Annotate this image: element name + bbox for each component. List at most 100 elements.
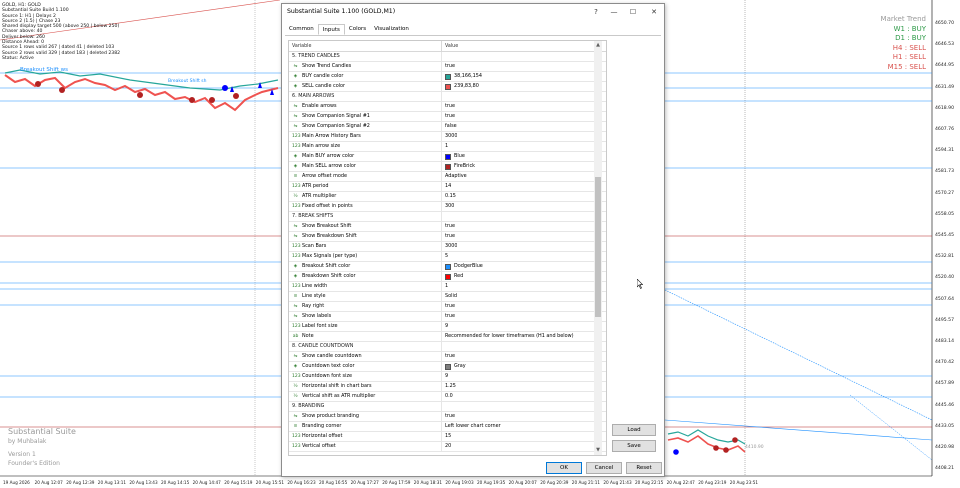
column-variable[interactable]: Variable — [289, 41, 442, 51]
color-swatch[interactable] — [445, 273, 451, 280]
tab-colors[interactable]: Colors — [345, 24, 370, 35]
input-row[interactable]: 123 Horizontal offset 15 — [289, 432, 606, 442]
input-row[interactable]: 123 Line width 1 — [289, 282, 606, 292]
input-row[interactable]: ⇋ Show candle countdown true — [289, 352, 606, 362]
input-row[interactable]: ≡ Branding corner Left lower chart corner — [289, 422, 606, 432]
value-cell[interactable]: 239,83,80 — [442, 82, 479, 91]
input-row[interactable]: ½ ATR multiplier 0.15 — [289, 192, 606, 202]
value-cell[interactable]: true — [442, 412, 455, 421]
value-cell[interactable]: false — [442, 122, 457, 131]
input-row[interactable]: 123 ATR period 14 — [289, 182, 606, 192]
maximize-button[interactable]: ☐ — [623, 6, 643, 19]
tab-inputs[interactable]: Inputs — [317, 24, 345, 35]
value-cell[interactable]: true — [442, 112, 455, 121]
value-cell[interactable]: 1 — [442, 142, 448, 151]
input-row[interactable]: ⇋ Ray right true — [289, 302, 606, 312]
section-row[interactable]: 5. TREND CANDLES — [289, 52, 606, 62]
value-cell[interactable]: Gray — [442, 362, 466, 371]
color-swatch[interactable] — [445, 73, 451, 80]
section-row[interactable]: 6. MAIN ARROWS — [289, 92, 606, 102]
input-row[interactable]: ⇋ Show product branding true — [289, 412, 606, 422]
input-row[interactable]: ◈ Main SELL arrow color FireBrick — [289, 162, 606, 172]
dialog-titlebar[interactable]: Substantial Suite 1.100 (GOLD,M1) ? — ☐ … — [282, 4, 664, 22]
color-swatch[interactable] — [445, 153, 451, 160]
value-cell[interactable]: 3000 — [442, 242, 457, 251]
input-row[interactable]: ⇋ Show Breakdown Shift true — [289, 232, 606, 242]
section-row[interactable]: 7. BREAK SHIFTS — [289, 212, 606, 222]
input-row[interactable]: 123 Main arrow size 1 — [289, 142, 606, 152]
value-cell[interactable]: Solid — [442, 292, 457, 301]
minimize-button[interactable]: — — [604, 6, 624, 19]
input-row[interactable]: ⇋ Show Companion Signal #2 false — [289, 122, 606, 132]
value-cell[interactable]: 5 — [442, 252, 448, 261]
value-cell[interactable]: 300 — [442, 202, 454, 211]
input-row[interactable]: ⇋ Show Companion Signal #1 true — [289, 112, 606, 122]
input-row[interactable]: 123 Main Arrow History Bars 3000 — [289, 132, 606, 142]
value-cell[interactable]: true — [442, 312, 455, 321]
section-row[interactable]: 9. BRANDING — [289, 402, 606, 412]
value-cell[interactable]: 38,166,154 — [442, 72, 482, 81]
scroll-down-icon[interactable]: ▼ — [595, 447, 601, 453]
input-row[interactable]: ≡ Line style Solid — [289, 292, 606, 302]
tab-visualization[interactable]: Visualization — [370, 24, 413, 35]
scroll-up-icon[interactable]: ▲ — [595, 42, 601, 48]
input-row[interactable]: ½ Horizontal shift in chart bars 1.25 — [289, 382, 606, 392]
tab-common[interactable]: Common — [285, 24, 318, 35]
scrollbar-thumb[interactable] — [595, 177, 601, 317]
save-button[interactable]: Save — [612, 440, 656, 452]
color-swatch[interactable] — [445, 83, 451, 90]
input-row[interactable]: ◈ Main BUY arrow color Blue — [289, 152, 606, 162]
value-cell[interactable]: 0.0 — [442, 392, 453, 401]
value-cell[interactable]: 9 — [442, 372, 448, 381]
ok-button[interactable]: OK — [546, 462, 582, 474]
input-row[interactable]: 123 Vertical offset 20 — [289, 442, 606, 452]
value-cell[interactable]: true — [442, 352, 455, 361]
value-cell[interactable]: 9 — [442, 322, 448, 331]
reset-button[interactable]: Reset — [626, 462, 662, 474]
help-button[interactable]: ? — [586, 6, 606, 19]
input-row[interactable]: ≡ Arrow offset mode Adaptive — [289, 172, 606, 182]
input-row[interactable]: 123 Max Signals (per type) 5 — [289, 252, 606, 262]
input-row[interactable]: 123 Fixed offset in points 300 — [289, 202, 606, 212]
value-cell[interactable]: DodgerBlue — [442, 262, 483, 271]
cancel-button[interactable]: Cancel — [586, 462, 622, 474]
value-cell[interactable]: Blue — [442, 152, 465, 161]
value-cell[interactable]: true — [442, 302, 455, 311]
input-row[interactable]: ⇋ Show Trend Candles true — [289, 62, 606, 72]
close-button[interactable]: ✕ — [644, 6, 664, 19]
input-row[interactable]: ⇋ Enable arrows true — [289, 102, 606, 112]
input-row[interactable]: 123 Countdown font size 9 — [289, 372, 606, 382]
value-cell[interactable]: 3000 — [442, 132, 457, 141]
value-cell[interactable]: Red — [442, 272, 463, 281]
input-row[interactable]: ◈ Breakdown Shift color Red — [289, 272, 606, 282]
value-cell[interactable]: 0.15 — [442, 192, 456, 201]
column-value[interactable]: Value — [442, 41, 461, 51]
value-cell[interactable]: true — [442, 62, 455, 71]
inputs-grid[interactable]: Variable Value 5. TREND CANDLES ⇋ Show Tre… — [288, 40, 607, 456]
value-cell[interactable]: true — [442, 232, 455, 241]
input-row[interactable]: 123 Label font size 9 — [289, 322, 606, 332]
input-row[interactable]: ◈ SELL candle color 239,83,80 — [289, 82, 606, 92]
input-row[interactable]: ½ Vertical shift as ATR multiplier 0.0 — [289, 392, 606, 402]
input-row[interactable]: ab Note Recommended for lower timeframes (… — [289, 332, 606, 342]
section-row[interactable]: 8. CANDLE COUNTDOWN — [289, 342, 606, 352]
color-swatch[interactable] — [445, 363, 451, 370]
value-cell[interactable]: Recommended for lower timeframes (H1 and… — [442, 332, 574, 341]
color-swatch[interactable] — [445, 163, 451, 170]
color-swatch[interactable] — [445, 263, 451, 270]
input-row[interactable]: 123 Scan Bars 3000 — [289, 242, 606, 252]
value-cell[interactable]: Left lower chart corner — [442, 422, 501, 431]
input-row[interactable]: ◈ BUY candle color 38,166,154 — [289, 72, 606, 82]
value-cell[interactable]: 1 — [442, 282, 448, 291]
input-row[interactable]: ⇋ Show Breakout Shift true — [289, 222, 606, 232]
value-cell[interactable]: FireBrick — [442, 162, 475, 171]
value-cell[interactable]: 1.25 — [442, 382, 456, 391]
value-cell[interactable]: Adaptive — [442, 172, 467, 181]
input-row[interactable]: ◈ Breakout Shift color DodgerBlue — [289, 262, 606, 272]
value-cell[interactable]: true — [442, 222, 455, 231]
input-row[interactable]: ⇋ Show labels true — [289, 312, 606, 322]
value-cell[interactable]: 14 — [442, 182, 451, 191]
value-cell[interactable]: 20 — [442, 442, 451, 451]
value-cell[interactable]: true — [442, 102, 455, 111]
input-row[interactable]: ◈ Countdown text color Gray — [289, 362, 606, 372]
